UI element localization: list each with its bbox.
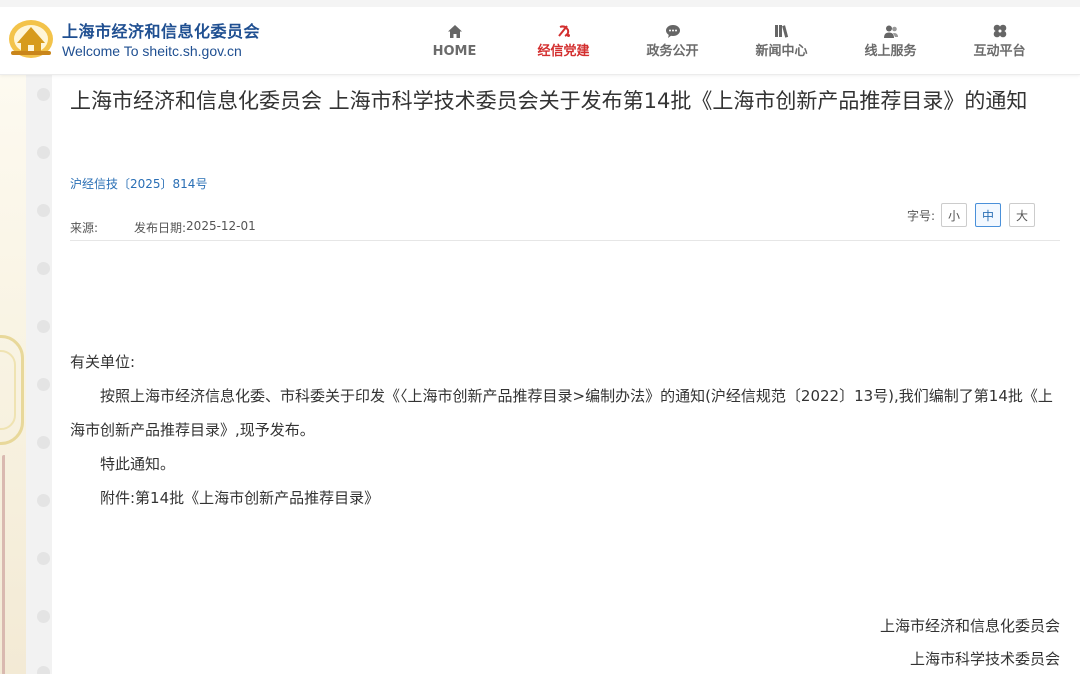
nav-item-gov-affairs[interactable]: 政务公开 bbox=[618, 22, 727, 66]
divider bbox=[70, 240, 1060, 241]
attachment-link[interactable]: 附件:第14批《上海市创新产品推荐目录》 bbox=[70, 481, 1060, 515]
clover-icon bbox=[945, 22, 1054, 40]
nav-item-home[interactable]: HOME bbox=[400, 22, 509, 66]
nav-item-online-service[interactable]: 线上服务 bbox=[836, 22, 945, 66]
chat-bubble-icon bbox=[618, 22, 727, 40]
nav-label: 互动平台 bbox=[973, 44, 1026, 59]
decorative-line bbox=[2, 455, 6, 674]
article-body: 有关单位: 按照上海市经济信息化委、市科委关于印发《〈上海市创新产品推荐目录>编… bbox=[70, 345, 1060, 515]
nav-label: HOME bbox=[432, 44, 477, 59]
timeline-dot bbox=[37, 610, 50, 623]
nav-item-interaction[interactable]: 互动平台 bbox=[945, 22, 1054, 66]
party-emblem-icon bbox=[509, 22, 618, 40]
brand-name-cn: 上海市经济和信息化委员会 bbox=[62, 22, 261, 41]
article-panel: 上海市经济和信息化委员会 上海市科学技术委员会关于发布第14批《上海市创新产品推… bbox=[52, 75, 1080, 674]
signature-org: 上海市经济和信息化委员会 bbox=[879, 617, 1060, 635]
timeline-dot bbox=[37, 436, 50, 449]
books-icon bbox=[727, 22, 836, 40]
nav-label: 经信党建 bbox=[537, 44, 590, 59]
font-size-medium-button[interactable]: 中 bbox=[975, 203, 1002, 227]
government-emblem-icon[interactable] bbox=[8, 18, 54, 60]
article-title: 上海市经济和信息化委员会 上海市科学技术委员会关于发布第14批《上海市创新产品推… bbox=[70, 89, 1028, 113]
timeline-dot bbox=[37, 320, 50, 333]
decorative-ring bbox=[0, 350, 16, 430]
font-size-switcher: 字号: 小 中 大 bbox=[907, 203, 1036, 227]
timeline-dot bbox=[37, 146, 50, 159]
source-label: 来源: bbox=[70, 221, 99, 235]
nav-label: 线上服务 bbox=[864, 44, 917, 59]
font-size-label: 字号: bbox=[907, 208, 936, 223]
timeline-dot bbox=[37, 552, 50, 565]
brand[interactable]: 上海市经济和信息化委员会 Welcome To sheitc.sh.gov.cn bbox=[62, 22, 260, 60]
top-strip bbox=[0, 0, 1080, 7]
signature-org: 上海市科学技术委员会 bbox=[909, 650, 1060, 668]
timeline-dot bbox=[37, 378, 50, 391]
publish-date: 2025-12-01 bbox=[186, 219, 256, 233]
timeline-dot bbox=[37, 494, 50, 507]
font-size-small-button[interactable]: 小 bbox=[941, 203, 968, 227]
brand-name-en: Welcome To sheitc.sh.gov.cn bbox=[62, 43, 242, 59]
timeline-dot bbox=[37, 666, 50, 674]
nav-label: 用户 bbox=[1054, 44, 1080, 60]
timeline-dot bbox=[37, 88, 50, 101]
timeline-dot bbox=[37, 262, 50, 275]
timeline-dots bbox=[35, 75, 53, 674]
left-decoration bbox=[0, 75, 26, 674]
closing-notice: 特此通知。 bbox=[100, 455, 176, 473]
salutation: 有关单位: bbox=[70, 353, 136, 371]
user-icon bbox=[1054, 22, 1080, 40]
home-icon bbox=[400, 22, 509, 40]
font-size-large-button[interactable]: 大 bbox=[1009, 203, 1036, 227]
main-nav: HOME 经信党建 政务公开 新闻中心 线上服务 互动平台 bbox=[400, 22, 1080, 66]
signature-block: 上海市经济和信息化委员会 上海市科学技术委员会 bbox=[880, 610, 1060, 674]
date-label: 发布日期: bbox=[134, 221, 187, 235]
site-header: 上海市经济和信息化委员会 Welcome To sheitc.sh.gov.cn… bbox=[0, 0, 1080, 75]
nav-label: 政务公开 bbox=[646, 44, 699, 59]
document-number: 沪经信技〔2025〕814号 bbox=[70, 177, 208, 191]
nav-label: 新闻中心 bbox=[755, 44, 808, 59]
body-paragraph: 按照上海市经济信息化委、市科委关于印发《〈上海市创新产品推荐目录>编制办法》的通… bbox=[70, 387, 1053, 439]
nav-item-user[interactable]: 用户 bbox=[1054, 22, 1080, 66]
timeline-dot bbox=[37, 204, 50, 217]
nav-item-news[interactable]: 新闻中心 bbox=[727, 22, 836, 66]
nav-item-party-building[interactable]: 经信党建 bbox=[509, 22, 618, 66]
users-icon bbox=[836, 22, 945, 40]
article-meta: 来源: 发布日期: 2025-12-01 bbox=[70, 219, 256, 236]
